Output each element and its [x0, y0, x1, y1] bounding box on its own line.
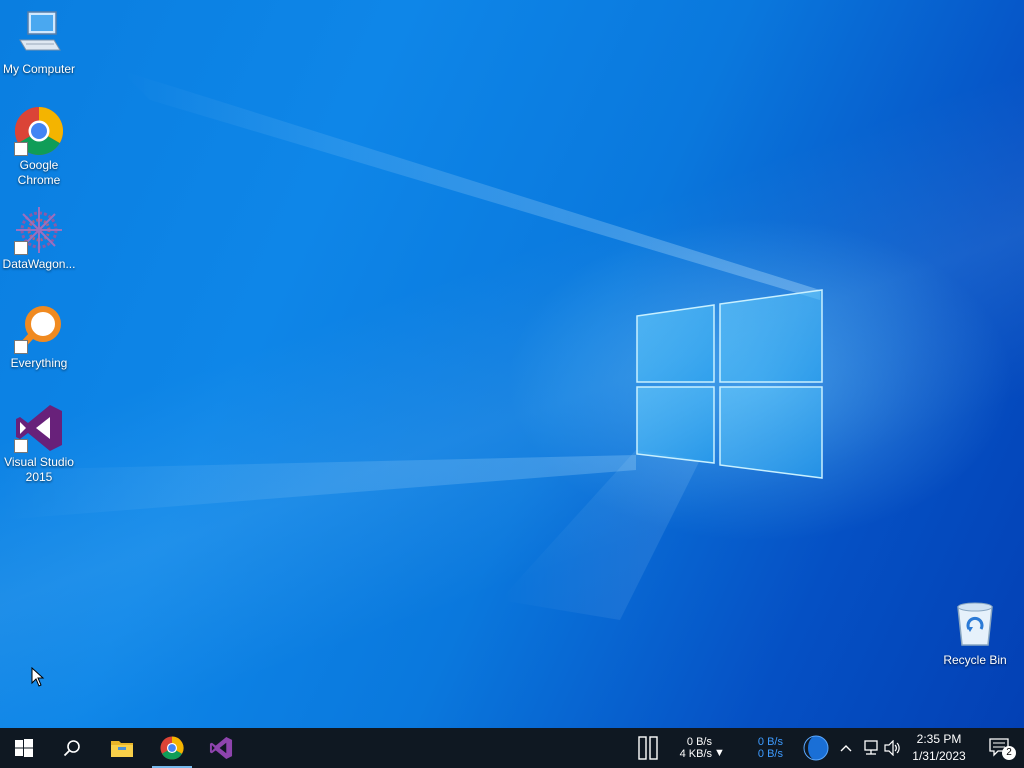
chrome-icon [160, 736, 184, 760]
shortcut-arrow-icon [14, 340, 28, 354]
search-icon [63, 740, 80, 757]
task-view-button[interactable] [624, 728, 672, 768]
mouse-cursor-icon [31, 667, 45, 687]
desktop-icon-visual-studio[interactable]: Visual Studio 2015 [0, 403, 78, 485]
magnifier-icon [14, 304, 64, 354]
datawagon-icon [14, 205, 64, 255]
file-explorer-icon [111, 741, 133, 757]
network-tray-button[interactable] [860, 728, 882, 768]
icon-label: Recycle Bin [943, 653, 1007, 667]
shortcut-arrow-icon [14, 241, 28, 255]
icon-label: Everything [10, 356, 68, 370]
desktop-background: My Computer Google Chrome DataWagon... E… [0, 0, 1024, 728]
upload-speed: 0 B/s [757, 736, 783, 748]
chrome-taskbar-button[interactable] [148, 728, 196, 768]
taskbar: 0 B/s 4 KB/s ▼ 0 B/s 0 B/s 2:35 PM 1/31/… [0, 728, 1024, 768]
net-monitor-2[interactable]: 0 B/s 0 B/s [745, 736, 783, 760]
windows-logo [636, 289, 823, 479]
file-explorer-button[interactable] [98, 728, 146, 768]
chevron-up-icon [840, 745, 852, 752]
download-arrow-icon: ▼ [714, 747, 725, 759]
clock-date: 1/31/2023 [912, 749, 966, 763]
desktop-icon-everything[interactable]: Everything [0, 304, 78, 371]
visual-studio-taskbar-button[interactable] [197, 728, 245, 768]
icon-label: Google Chrome [17, 158, 61, 187]
desktop-icon-recycle-bin[interactable]: Recycle Bin [936, 601, 1014, 668]
speaker-icon [884, 740, 900, 756]
recycle-bin-icon [950, 601, 1000, 651]
upload-speed: 0 B/s [686, 736, 712, 748]
volume-tray-button[interactable] [882, 728, 904, 768]
start-button[interactable] [0, 728, 48, 768]
action-center-button[interactable]: 2 [976, 728, 1024, 768]
moon-tray-button[interactable] [794, 728, 838, 768]
task-view-icon [638, 736, 658, 760]
clock[interactable]: 2:35 PM 1/31/2023 [905, 731, 973, 765]
visual-studio-icon [209, 736, 233, 760]
shortcut-arrow-icon [14, 142, 28, 156]
desktop-icon-google-chrome[interactable]: Google Chrome [0, 106, 78, 188]
download-speed: 0 B/s [757, 748, 783, 760]
chrome-icon [14, 106, 64, 156]
icon-label: DataWagon... [2, 257, 76, 271]
show-hidden-icons-button[interactable] [836, 728, 856, 768]
shortcut-arrow-icon [14, 439, 28, 453]
night-light-icon [803, 735, 829, 761]
download-speed: 4 KB/s [679, 748, 712, 760]
search-button[interactable] [48, 728, 96, 768]
light-beams [0, 70, 820, 620]
icon-label: Visual Studio 2015 [4, 455, 74, 484]
icon-label: My Computer [2, 62, 76, 76]
visual-studio-icon [14, 403, 64, 453]
computer-icon [14, 10, 64, 60]
desktop-icon-my-computer[interactable]: My Computer [0, 10, 78, 77]
start-icon [15, 739, 33, 757]
network-icon [864, 740, 878, 755]
notification-count-badge: 2 [1002, 746, 1016, 760]
clock-time: 2:35 PM [916, 732, 962, 746]
net-monitor-1[interactable]: 0 B/s 4 KB/s [672, 736, 712, 760]
desktop-icon-datawagon[interactable]: DataWagon... [0, 205, 78, 272]
